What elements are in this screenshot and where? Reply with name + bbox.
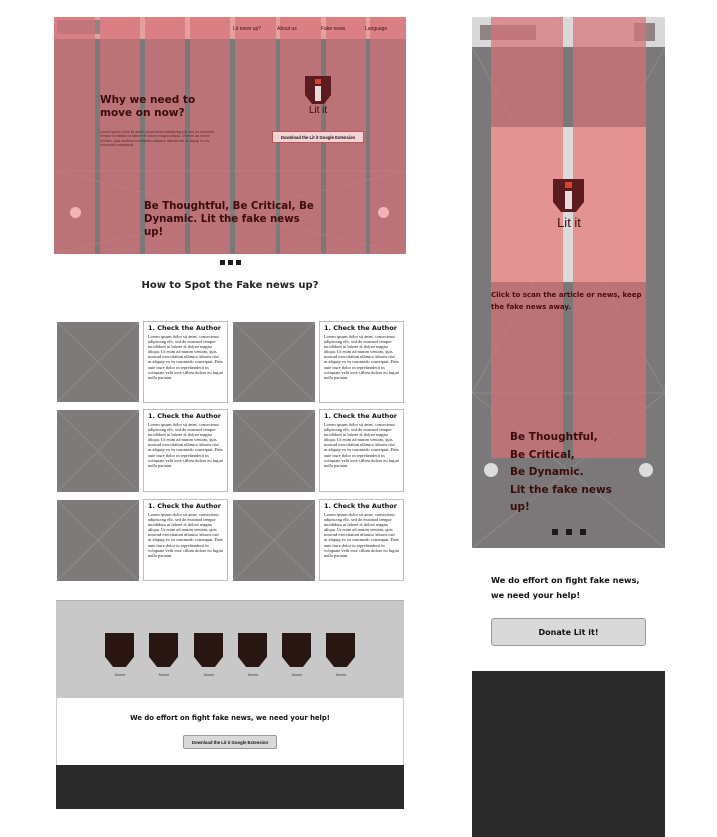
mobile-carousel-next-button[interactable] (639, 463, 653, 477)
team-member-shield (149, 633, 178, 667)
card-title: 1. Check the Author (148, 502, 221, 510)
team-member-name: Name (114, 672, 126, 677)
card-title: 1. Check the Author (324, 324, 397, 332)
carousel-indicator[interactable] (236, 260, 241, 265)
desktop-mockup: Lit news up? About us Fake news Language… (0, 0, 460, 837)
slogan-line: Be Dynamic. (510, 466, 584, 478)
team-member-name: Name (247, 672, 259, 677)
team-member-name: Name (158, 672, 170, 677)
card-text: 1. Check the Author Lorem ipsum dolor sit… (319, 409, 404, 492)
grid-column (54, 17, 95, 254)
help-line: We do effort on fight fake news, (491, 575, 640, 585)
footer-download-button[interactable]: Download the Lit it Google Extension (183, 735, 277, 749)
help-text: We do effort on fight fake news, we need… (130, 714, 330, 722)
nav-lit-news-up[interactable]: Lit news up? (233, 26, 261, 32)
card-text: 1. Check the Author Lorem ipsum dolor sit… (143, 321, 228, 403)
mobile-carousel-indicator[interactable] (580, 529, 586, 535)
team-member-name: Name (291, 672, 303, 677)
nav-fake-news[interactable]: Fake news (321, 26, 345, 32)
mobile-slogan: Be Thoughtful, Be Critical, Be Dynamic. … (510, 429, 640, 517)
mobile-logo-text: Lit it (557, 215, 581, 230)
mobile-carousel-prev-button[interactable] (484, 463, 498, 477)
card-text: 1. Check the Author Lorem ipsum dolor sit… (319, 321, 404, 403)
card-image (57, 410, 139, 492)
card-text: 1. Check the Author Lorem ipsum dolor sit… (143, 409, 228, 492)
hero-download-button[interactable]: Download the Lit it Google Extension (272, 131, 364, 143)
hero-slogan: Be Thoughtful, Be Critical, Be Dynamic. … (144, 201, 314, 238)
card-title: 1. Check the Author (324, 412, 397, 420)
team-member-shield (194, 633, 223, 667)
card-body: Lorem ipsum dolor sit amet, consectetur … (148, 422, 223, 468)
mobile-help-text: We do effort on fight fake news, we need… (491, 573, 661, 602)
card-body: Lorem ipsum dolor sit amet, consectetur … (148, 334, 223, 380)
team-member-shield (105, 633, 134, 667)
card-body: Lorem ipsum dolor sit amet, consectetur … (324, 334, 399, 380)
card-image (57, 500, 139, 581)
mobile-carousel-indicator[interactable] (552, 529, 558, 535)
nav-language[interactable]: Language (365, 26, 387, 32)
help-line: we need your help! (491, 589, 581, 600)
carousel-prev-button[interactable] (70, 207, 81, 218)
donate-button[interactable]: Donate Lit it! (491, 618, 646, 646)
mobile-carousel-indicator[interactable] (566, 529, 572, 535)
section-title: How to Spot the Fake news up? (141, 280, 319, 291)
team-member-name: Name (203, 672, 215, 677)
card-body: Lorem ipsum dolor sit amet, consectetur … (324, 422, 399, 468)
mobile-logo-icon (553, 179, 584, 212)
carousel-indicator[interactable] (220, 260, 225, 265)
card-image (233, 500, 315, 581)
hero-heading: Why we need to move on now? (100, 94, 196, 119)
card-body: Lorem ipsum dolor sit amet, consectetur … (324, 512, 399, 558)
card-text: 1. Check the Author Lorem ipsum dolor sit… (143, 499, 228, 581)
hero-logo-icon (305, 76, 331, 104)
card-title: 1. Check the Author (324, 502, 397, 510)
team-member-shield (326, 633, 355, 667)
card-title: 1. Check the Author (148, 324, 221, 332)
mobile-footer (472, 671, 665, 837)
card-text: 1. Check the Author Lorem ipsum dolor sit… (319, 499, 404, 581)
nav-about-us[interactable]: About us (277, 26, 297, 32)
card-title: 1. Check the Author (148, 412, 221, 420)
team-member-shield (282, 633, 311, 667)
carousel-indicator[interactable] (228, 260, 233, 265)
mobile-scan-text[interactable]: Click to scan the article or news, keep … (491, 289, 649, 313)
slogan-line: Lit the fake news (510, 483, 612, 496)
card-image (233, 410, 315, 492)
card-image (233, 322, 315, 402)
desktop-footer (56, 765, 404, 809)
team-member-shield (238, 633, 267, 667)
hero-logo-text: Lit it (308, 105, 328, 116)
mobile-mockup: Lit it Click to scan the article or news… (472, 17, 665, 837)
carousel-next-button[interactable] (378, 207, 389, 218)
card-body: Lorem ipsum dolor sit amet, consectetur … (148, 512, 223, 558)
slogan-line: up! (510, 501, 530, 513)
slogan-line: Be Thoughtful, (510, 431, 598, 443)
help-section (56, 698, 404, 765)
hero-body: Lorem ipsum dolor sit amet, consectetur … (100, 130, 214, 147)
card-image (57, 322, 139, 402)
grid-column (370, 17, 406, 254)
slogan-line: Be Critical, (510, 448, 575, 461)
team-member-name: Name (335, 672, 347, 677)
